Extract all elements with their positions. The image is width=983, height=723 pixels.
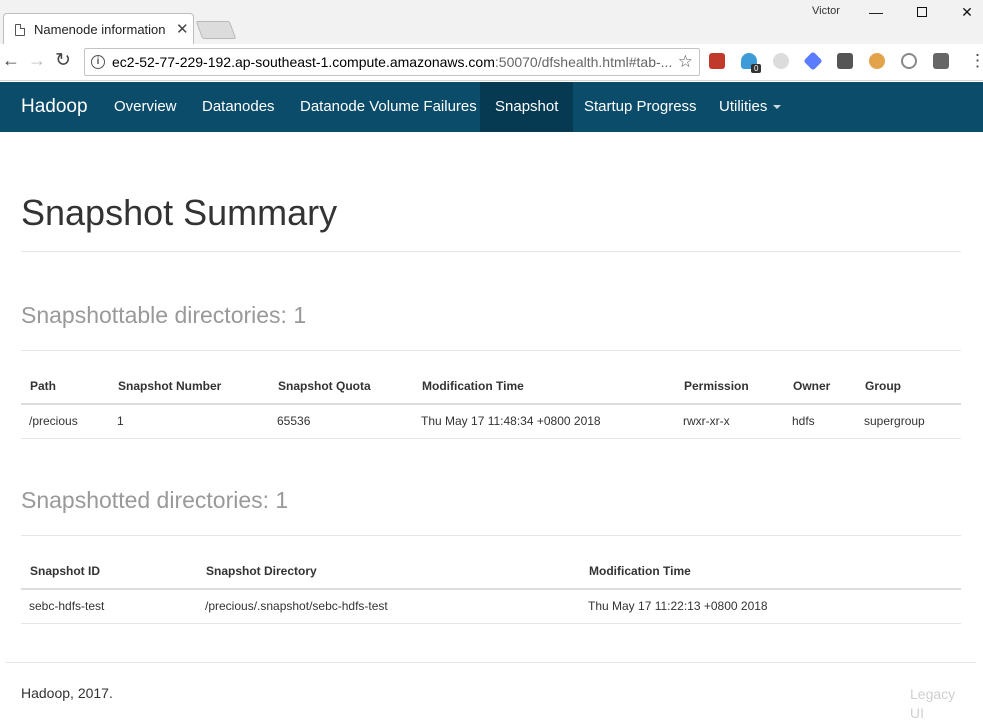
owner-cell: hdfs — [784, 404, 856, 439]
hadoop-navbar: Hadoop Overview Datanodes Datanode Volum… — [0, 82, 983, 132]
profile-name[interactable]: Victor — [812, 5, 840, 17]
url-text[interactable]: ec2-52-77-229-192.ap-southeast-1.compute… — [112, 54, 672, 70]
snapshottable-divider — [21, 350, 961, 351]
column-header: Owner — [784, 369, 856, 405]
new-tab-button[interactable] — [195, 21, 237, 39]
nav-snapshot[interactable]: Snapshot — [480, 82, 574, 132]
column-header: Snapshot Quota — [269, 369, 413, 405]
table-header-row: Path Snapshot Number Snapshot Quota Modi… — [21, 369, 961, 405]
column-header: Permission — [675, 369, 784, 405]
star-icon[interactable]: ☆ — [678, 52, 693, 72]
tab-close-icon[interactable]: ✕ — [176, 20, 189, 38]
bookmark-extension-icon[interactable] — [709, 53, 725, 69]
nav-utilities[interactable]: Utilities — [704, 82, 796, 132]
column-header: Snapshot Directory — [197, 554, 580, 590]
browser-toolbar: ← → ↻ i ec2-52-77-229-192.ap-southeast-1… — [0, 44, 983, 81]
legacy-ui-link[interactable]: Legacy UI — [910, 685, 970, 723]
browser-tab[interactable]: Namenode information ✕ — [3, 13, 194, 45]
nav-datanodes[interactable]: Datanodes — [187, 82, 290, 132]
nav-utilities-label: Utilities — [719, 98, 768, 115]
modification-time-cell: Thu May 17 11:48:34 +0800 2018 — [413, 404, 675, 439]
table-row: /precious 1 65536 Thu May 17 11:48:34 +0… — [21, 404, 961, 439]
page-icon — [15, 24, 25, 36]
column-header: Modification Time — [413, 369, 675, 405]
nav-datanode-volume-failures[interactable]: Datanode Volume Failures — [285, 82, 492, 132]
path-cell: /precious — [21, 404, 109, 439]
cookie-extension-icon[interactable] — [869, 53, 885, 69]
snapshot-directory-cell: /precious/.snapshot/sebc-hdfs-test — [197, 589, 580, 624]
browser-title-bar: Namenode information ✕ Victor — ✕ — [0, 0, 983, 45]
address-bar[interactable]: i ec2-52-77-229-192.ap-southeast-1.compu… — [84, 48, 700, 76]
maximize-button[interactable] — [899, 0, 945, 24]
bulb-extension-icon[interactable] — [837, 53, 853, 69]
hexagon-extension-icon[interactable] — [803, 51, 823, 71]
brand-logo[interactable]: Hadoop — [21, 96, 88, 118]
permission-cell: rwxr-xr-x — [675, 404, 784, 439]
disabled-extension-icon[interactable] — [773, 53, 789, 69]
snapshot-id-cell: sebc-hdfs-test — [21, 589, 197, 624]
column-header: Snapshot Number — [109, 369, 269, 405]
modification-time-cell: Thu May 17 11:22:13 +0800 2018 — [580, 589, 961, 624]
column-header: Snapshot ID — [21, 554, 197, 590]
snapshottable-table: Path Snapshot Number Snapshot Quota Modi… — [21, 369, 961, 439]
back-arrow-icon[interactable]: ← — [2, 50, 20, 71]
snapshot-quota-cell: 65536 — [269, 404, 413, 439]
column-header: Modification Time — [580, 554, 961, 590]
kebab-menu-icon[interactable]: ⋮ — [969, 51, 983, 71]
forward-arrow-icon[interactable]: → — [28, 50, 46, 71]
group-cell: supergroup — [856, 404, 961, 439]
snapshotted-divider — [21, 535, 961, 536]
v-extension-icon[interactable] — [901, 53, 917, 69]
snapshotted-heading: Snapshotted directories: 1 — [21, 487, 289, 513]
square-extension-icon[interactable] — [933, 53, 949, 69]
column-header: Path — [21, 369, 109, 405]
snapshot-number-cell: 1 — [109, 404, 269, 439]
caret-down-icon — [773, 105, 782, 110]
column-header: Group — [856, 369, 961, 405]
footer-divider — [6, 662, 976, 663]
extension-badge: 0 — [751, 64, 762, 73]
title-divider — [21, 251, 961, 252]
footer-copyright: Hadoop, 2017. — [21, 685, 113, 701]
page-title: Snapshot Summary — [21, 192, 338, 233]
minimize-button[interactable]: — — [853, 0, 899, 24]
reload-icon[interactable]: ↻ — [55, 49, 71, 72]
nav-startup-progress[interactable]: Startup Progress — [569, 82, 712, 132]
snapshotted-table: Snapshot ID Snapshot Directory Modificat… — [21, 554, 961, 624]
nav-overview[interactable]: Overview — [99, 82, 192, 132]
snapshottable-heading: Snapshottable directories: 1 — [21, 302, 307, 328]
table-row: sebc-hdfs-test /precious/.snapshot/sebc-… — [21, 589, 961, 624]
tab-title: Namenode information — [34, 22, 166, 37]
table-header-row: Snapshot ID Snapshot Directory Modificat… — [21, 554, 961, 590]
info-icon[interactable]: i — [91, 55, 105, 69]
close-window-button[interactable]: ✕ — [944, 0, 983, 24]
